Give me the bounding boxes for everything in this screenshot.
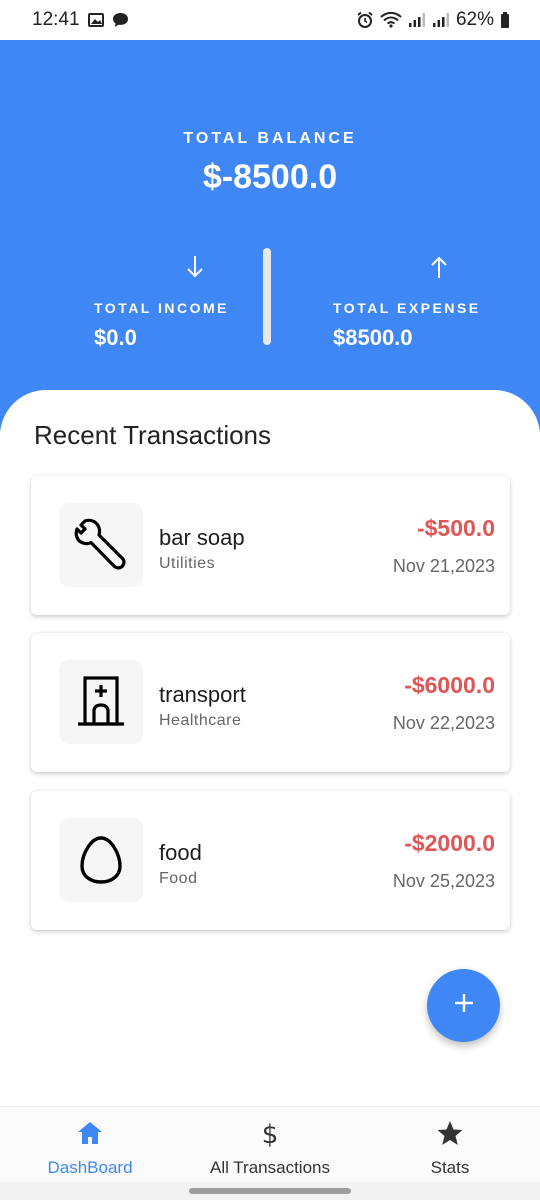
star-icon <box>436 1119 464 1152</box>
nav-item-dashboard[interactable]: DashBoard <box>40 1119 140 1178</box>
signal-icon <box>432 12 450 28</box>
transaction-amount: -$2000.0 <box>404 830 495 856</box>
gesture-area <box>0 1182 540 1200</box>
total-balance-value: $-8500.0 <box>202 158 338 196</box>
plus-icon <box>452 991 476 1020</box>
arrow-down-icon <box>180 252 210 282</box>
transaction-date: Nov 25,2023 <box>392 871 495 891</box>
arrow-up-icon <box>424 252 454 282</box>
transaction-card[interactable]: bar soap Utilities -$500.0 Nov 21,2023 <box>31 476 510 615</box>
transaction-category: Utilities <box>159 555 216 572</box>
status-bar: 12:41 62% <box>0 0 540 40</box>
transaction-card[interactable]: food Food -$2000.0 Nov 25,2023 <box>31 791 510 930</box>
transaction-date: Nov 21,2023 <box>392 556 495 576</box>
nav-label-dashboard: DashBoard <box>47 1158 133 1177</box>
total-balance-label: TOTAL BALANCE <box>183 130 357 147</box>
image-icon <box>87 12 104 28</box>
transaction-category: Food <box>159 870 198 887</box>
add-transaction-button[interactable] <box>427 969 500 1042</box>
transaction-name: transport <box>159 682 246 707</box>
total-income-value: $0.0 <box>94 325 137 350</box>
balance-header: TOTAL BALANCE $-8500.0 TOTAL INCOME $0.0… <box>0 40 540 430</box>
header-divider <box>263 248 271 345</box>
total-expense-label: TOTAL EXPENSE <box>333 300 481 316</box>
gesture-bar[interactable] <box>189 1188 351 1194</box>
total-income-label: TOTAL INCOME <box>94 300 229 316</box>
nav-label-all-transactions: All Transactions <box>210 1158 330 1177</box>
battery-icon <box>500 12 510 28</box>
transaction-date: Nov 22,2023 <box>392 713 495 733</box>
transaction-name: bar soap <box>159 525 245 550</box>
battery-percent: 62% <box>455 9 494 30</box>
home-icon <box>76 1119 104 1152</box>
wifi-icon <box>380 12 402 28</box>
section-title: Recent Transactions <box>34 420 272 450</box>
transaction-amount: -$6000.0 <box>404 672 495 698</box>
wrench-icon <box>59 503 143 587</box>
total-expense-value: $8500.0 <box>333 325 413 350</box>
egg-icon <box>59 818 143 902</box>
dollar-icon: $ <box>256 1119 284 1152</box>
bottom-navigation: DashBoard $ All Transactions Stats <box>0 1106 540 1182</box>
nav-item-stats[interactable]: Stats <box>405 1119 495 1178</box>
transaction-card[interactable]: transport Healthcare -$6000.0 Nov 22,202… <box>31 633 510 772</box>
nav-label-stats: Stats <box>430 1158 470 1177</box>
transaction-amount: -$500.0 <box>416 515 495 541</box>
hospital-icon <box>59 660 143 744</box>
chat-bubble-icon <box>112 12 129 28</box>
transaction-category: Healthcare <box>159 712 242 729</box>
signal-icon <box>408 12 426 28</box>
alarm-icon <box>356 11 374 29</box>
transaction-name: food <box>159 840 202 865</box>
nav-item-all-transactions[interactable]: $ All Transactions <box>195 1119 345 1178</box>
svg-text:$: $ <box>262 1120 279 1147</box>
status-time: 12:41 <box>32 9 80 30</box>
